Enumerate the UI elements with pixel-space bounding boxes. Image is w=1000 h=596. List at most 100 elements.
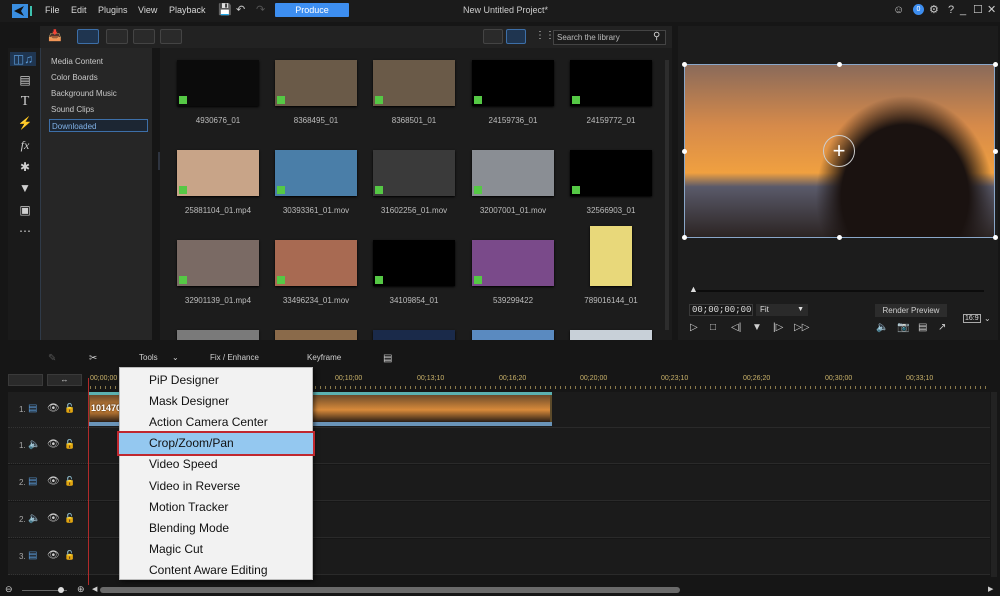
menu-view[interactable]: View — [138, 5, 157, 15]
pip-room-icon[interactable]: ✱ — [16, 160, 34, 174]
undo-icon[interactable]: ↶ — [236, 4, 245, 16]
snapshot-icon[interactable]: 📷 — [897, 322, 909, 333]
visibility-eye-icon[interactable]: 👁 — [47, 550, 60, 561]
settings-icon[interactable]: ⚙ — [929, 4, 939, 16]
media-thumbnail[interactable] — [177, 240, 259, 286]
visibility-eye-icon[interactable]: 👁 — [47, 403, 60, 414]
resize-handle[interactable] — [993, 62, 998, 67]
template-room-icon[interactable]: ▤ — [16, 73, 34, 87]
fit-timeline-button[interactable]: ↔ — [47, 374, 82, 386]
visibility-eye-icon[interactable]: 👁 — [47, 439, 60, 450]
scroll-right-icon[interactable]: ▶ — [988, 585, 993, 593]
particle-room-icon[interactable]: ▼ — [16, 181, 34, 195]
timeline-vertical-scrollbar[interactable] — [991, 392, 997, 577]
resize-handle[interactable] — [682, 62, 687, 67]
media-thumbnail[interactable] — [275, 150, 357, 196]
title-room-icon[interactable]: T — [16, 95, 34, 109]
media-thumbnail[interactable] — [275, 60, 357, 106]
library-scrollbar[interactable] — [665, 60, 669, 330]
tools-menu-button[interactable]: Tools — [139, 353, 158, 362]
media-thumbnail[interactable] — [373, 60, 455, 106]
category-background-music[interactable]: Background Music — [49, 87, 148, 100]
lock-icon[interactable]: 🔓 — [64, 550, 75, 561]
media-thumbnail[interactable] — [570, 60, 652, 106]
menu-item-motion-tracker[interactable]: Motion Tracker — [149, 497, 309, 518]
visibility-eye-icon[interactable]: 👁 — [47, 513, 60, 524]
menu-item-crop-zoom-pan[interactable]: Crop/Zoom/Pan — [117, 431, 315, 457]
menu-item-magic-cut[interactable]: Magic Cut — [149, 539, 309, 560]
stop-icon[interactable]: □ — [710, 322, 716, 333]
next-frame-icon[interactable]: |▷ — [773, 322, 783, 333]
split-icon[interactable]: ✂ — [89, 353, 97, 364]
volume-icon[interactable]: 🔈 — [876, 322, 888, 333]
media-thumbnail[interactable] — [472, 330, 554, 340]
timecode-field[interactable]: 00;00;00;00 — [689, 304, 753, 316]
scroll-left-icon[interactable]: ◀ — [92, 585, 97, 593]
menu-plugins[interactable]: Plugins — [98, 5, 128, 15]
filter-image-tab[interactable] — [133, 29, 155, 44]
maximize-icon[interactable]: ☐ — [973, 4, 983, 16]
media-thumbnail[interactable] — [373, 330, 455, 340]
media-thumbnail[interactable] — [472, 150, 554, 196]
search-input[interactable]: Search the library — [553, 30, 666, 45]
sort-icon[interactable]: ⋮⋮ — [535, 30, 555, 41]
account-icon[interactable]: ☺ — [893, 4, 904, 16]
chevron-down-icon[interactable]: ⌄ — [984, 314, 991, 323]
search-icon[interactable]: ⚲ — [653, 31, 660, 42]
menu-file[interactable]: File — [45, 5, 60, 15]
preview-quality-icon[interactable]: ▤ — [918, 322, 927, 333]
media-thumbnail[interactable] — [373, 240, 455, 286]
zoom-fit-select[interactable]: Fit ▼ — [756, 304, 808, 316]
edit-icon[interactable]: ✎ — [48, 353, 56, 364]
zoom-in-icon[interactable]: ⊕ — [77, 584, 85, 595]
filter-all-tab[interactable] — [77, 29, 99, 44]
media-thumbnail[interactable] — [373, 150, 455, 196]
media-thumbnail[interactable] — [472, 60, 554, 106]
playhead[interactable] — [88, 378, 89, 588]
resize-handle[interactable] — [682, 235, 687, 240]
media-thumbnail[interactable] — [177, 60, 259, 106]
preview-scrubber[interactable] — [692, 290, 984, 292]
filter-audio-tab[interactable] — [160, 29, 182, 44]
produce-button[interactable]: Produce — [275, 3, 349, 17]
resize-handle[interactable] — [837, 62, 842, 67]
menu-item-pip-designer[interactable]: PiP Designer — [149, 370, 309, 391]
menu-item-video-speed[interactable]: Video Speed — [149, 454, 309, 475]
lock-icon[interactable]: 🔓 — [64, 476, 75, 487]
media-thumbnail[interactable] — [472, 240, 554, 286]
resize-handle[interactable] — [837, 235, 842, 240]
media-thumbnail[interactable] — [590, 226, 632, 286]
minimize-icon[interactable]: _ — [960, 4, 966, 16]
resize-handle[interactable] — [993, 149, 998, 154]
grid-view-button[interactable] — [506, 29, 526, 44]
fx-room-icon[interactable]: fx — [16, 138, 34, 152]
lock-icon[interactable]: 🔓 — [64, 513, 75, 524]
media-thumbnail[interactable] — [275, 240, 357, 286]
redo-icon[interactable]: ↷ — [256, 4, 265, 16]
lock-icon[interactable]: 🔓 — [64, 403, 75, 414]
more-icon[interactable]: ⋯ — [16, 224, 34, 238]
mark-icon[interactable]: ▼ — [752, 322, 762, 333]
notification-icon[interactable]: 0 — [913, 4, 924, 15]
close-icon[interactable]: ✕ — [987, 4, 996, 16]
media-room-icon[interactable]: ◫♫ — [10, 52, 36, 66]
chevron-down-icon[interactable]: ⌄ — [172, 353, 179, 362]
category-color-boards[interactable]: Color Boards — [49, 71, 148, 84]
media-thumbnail[interactable] — [275, 330, 357, 340]
media-thumbnail[interactable] — [570, 330, 652, 340]
help-icon[interactable]: ? — [948, 4, 954, 16]
category-downloaded[interactable]: Downloaded — [49, 119, 148, 132]
keyframe-button[interactable]: Keyframe — [307, 353, 341, 362]
menu-item-content-aware-editing[interactable]: Content Aware Editing — [149, 560, 309, 581]
menu-item-video-in-reverse[interactable]: Video in Reverse — [149, 476, 309, 497]
category-sound-clips[interactable]: Sound Clips — [49, 103, 148, 116]
resize-handle[interactable] — [993, 235, 998, 240]
menu-playback[interactable]: Playback — [169, 5, 206, 15]
scrubber-thumb-icon[interactable]: ▲ — [689, 284, 698, 294]
menu-item-action-camera-center[interactable]: Action Camera Center — [149, 412, 309, 433]
media-thumbnail[interactable] — [570, 150, 652, 196]
menu-item-mask-designer[interactable]: Mask Designer — [149, 391, 309, 412]
media-thumbnail[interactable] — [177, 150, 259, 196]
play-icon[interactable]: ▷ — [690, 322, 698, 333]
preview-canvas[interactable]: + — [684, 64, 995, 238]
